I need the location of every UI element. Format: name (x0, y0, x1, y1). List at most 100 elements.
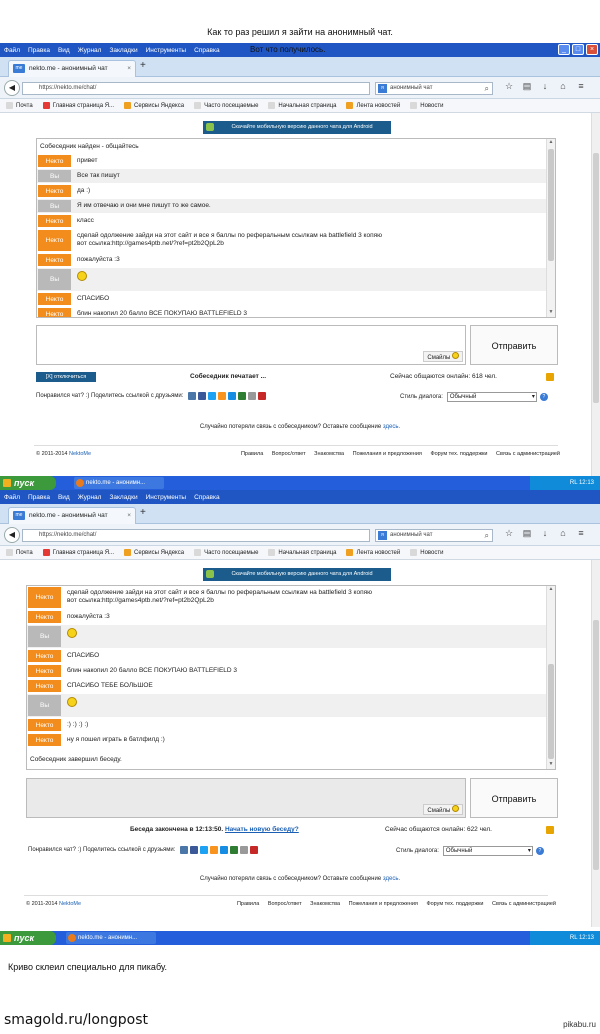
taskbar-item-firefox[interactable]: nekto.me - анонимн... (66, 932, 156, 944)
tab-close-icon[interactable]: × (127, 508, 131, 523)
chat-log[interactable]: Собеседник найден - общайтесь Некто приве… (36, 138, 556, 318)
tab-nekto[interactable]: me nekto.me - анонимный чат × (8, 507, 136, 524)
bookmark-start-page[interactable]: Начальная страница (268, 102, 336, 109)
bookmark-mail[interactable]: Почта (6, 102, 33, 109)
google-icon[interactable] (258, 392, 267, 400)
smileys-button[interactable]: Смайлы (423, 804, 463, 815)
footer-link-suggestions[interactable]: Пожелания и предложения (353, 451, 422, 457)
link-icon[interactable] (248, 392, 257, 400)
footer-link-rules[interactable]: Правила (237, 901, 259, 907)
footer-link-dating[interactable]: Знакомства (310, 901, 340, 907)
menu-history[interactable]: Журнал (78, 494, 102, 501)
leave-message-link[interactable]: здесь. (383, 424, 400, 430)
menu-view[interactable]: Вид (58, 47, 70, 54)
vk-icon[interactable] (188, 392, 197, 400)
odnoklassniki-icon[interactable] (210, 846, 219, 854)
menu-icon[interactable]: ≡ (572, 81, 590, 92)
vk-icon[interactable] (180, 846, 189, 854)
message-input[interactable]: Смайлы (26, 778, 466, 818)
menu-bookmarks[interactable]: Закладки (109, 494, 137, 501)
android-banner[interactable]: Скачайте мобильную версию данного чата д… (203, 568, 391, 581)
home-icon[interactable]: ⌂ (554, 528, 572, 539)
footer-link-suggestions[interactable]: Пожелания и предложения (349, 901, 418, 907)
address-bar[interactable]: https://nekto.me/chat/ (22, 529, 370, 542)
menu-tools[interactable]: Инструменты (146, 494, 187, 501)
livejournal-icon[interactable] (230, 846, 239, 854)
bookmark-news-feed[interactable]: Лента новостей (346, 549, 400, 556)
mailru-icon[interactable] (220, 846, 229, 854)
bookmark-yandex-home[interactable]: Главная страница Я... (42, 549, 114, 556)
menu-file[interactable]: Файл (4, 47, 20, 54)
bookmark-yandex-home[interactable]: Главная страница Я... (42, 102, 114, 109)
chat-log[interactable]: Некто сделай одолжение зайди на этот сайт… (26, 585, 556, 770)
page-scroll-thumb[interactable] (593, 153, 599, 403)
scroll-up-icon[interactable]: ▲ (547, 586, 555, 594)
bookmark-news-feed[interactable]: Лента новостей (346, 102, 400, 109)
footer-link-faq[interactable]: Вопрос/ответ (272, 451, 306, 457)
link-icon[interactable] (240, 846, 249, 854)
taskbar-item-firefox[interactable]: nekto.me - анонимн... (74, 477, 164, 489)
tab-nekto[interactable]: me nekto.me - анонимный чат × (8, 60, 136, 77)
scroll-up-icon[interactable]: ▲ (547, 139, 555, 147)
bookmarks-list-icon[interactable]: ▤ (518, 528, 536, 539)
chat-scrollbar[interactable]: ▲ ▼ (546, 586, 555, 769)
android-banner[interactable]: Скачайте мобильную версию данного чата д… (203, 121, 391, 134)
bookmark-most-visited[interactable]: Часто посещаемые (194, 102, 258, 109)
scroll-down-icon[interactable]: ▼ (547, 309, 555, 317)
search-icon[interactable]: ⌕ (485, 530, 489, 541)
facebook-icon[interactable] (190, 846, 199, 854)
menu-file[interactable]: Файл (4, 494, 20, 501)
menu-icon[interactable]: ≡ (572, 528, 590, 539)
bookmark-yandex-services[interactable]: Сервисы Яндекса (124, 102, 184, 109)
page-scroll-thumb[interactable] (593, 620, 599, 870)
help-icon[interactable]: ? (535, 847, 544, 855)
maximize-icon[interactable]: □ (572, 44, 584, 55)
bookmark-news[interactable]: Новости (410, 549, 443, 556)
bookmark-mail[interactable]: Почта (6, 549, 33, 556)
google-icon[interactable] (250, 846, 259, 854)
message-input[interactable]: Смайлы (36, 325, 466, 365)
footer-link-contact[interactable]: Связь с администрацией (492, 901, 556, 907)
search-box[interactable]: я анонимный чат ⌕ (375, 82, 493, 95)
menu-history[interactable]: Журнал (78, 47, 102, 54)
star-icon[interactable]: ☆ (500, 528, 518, 539)
page-scrollbar[interactable] (591, 113, 600, 476)
footer-link-contact[interactable]: Связь с администрацией (496, 451, 560, 457)
new-chat-link[interactable]: Начать новую беседу? (225, 826, 299, 833)
leave-message-link[interactable]: здесь. (383, 876, 400, 882)
send-button[interactable]: Отправить (470, 778, 558, 818)
start-button[interactable]: пуск (0, 476, 56, 490)
twitter-icon[interactable] (208, 392, 217, 400)
search-icon[interactable]: ⌕ (485, 83, 489, 94)
footer-link-forum[interactable]: Форум тех. поддержки (426, 901, 483, 907)
dialog-style-select[interactable]: Обычный (446, 392, 537, 402)
brand-link[interactable]: NektoMe (59, 901, 81, 907)
page-scrollbar[interactable] (591, 560, 600, 927)
menu-tools[interactable]: Инструменты (146, 47, 187, 54)
scroll-thumb[interactable] (548, 664, 554, 759)
start-button[interactable]: пуск (0, 931, 56, 945)
send-button[interactable]: Отправить (470, 325, 558, 365)
chat-scrollbar[interactable]: ▲ ▼ (546, 139, 555, 317)
home-icon[interactable]: ⌂ (554, 81, 572, 92)
footer-link-forum[interactable]: Форум тех. поддержки (430, 451, 487, 457)
odnoklassniki-icon[interactable] (218, 392, 227, 400)
footer-link-dating[interactable]: Знакомства (314, 451, 344, 457)
minimize-icon[interactable]: _ (558, 44, 570, 55)
search-input[interactable]: анонимный чат (390, 532, 433, 538)
menu-edit[interactable]: Правка (28, 494, 50, 501)
menu-bookmarks[interactable]: Закладки (109, 47, 137, 54)
download-icon[interactable]: ↓ (536, 81, 554, 92)
livejournal-icon[interactable] (238, 392, 247, 400)
download-icon[interactable]: ↓ (536, 528, 554, 539)
mailru-icon[interactable] (228, 392, 237, 400)
search-box[interactable]: я анонимный чат ⌕ (375, 529, 493, 542)
sound-icon[interactable] (546, 373, 554, 381)
address-bar[interactable]: https://nekto.me/chat/ (22, 82, 370, 95)
new-tab-button[interactable]: + (140, 60, 146, 71)
close-window-icon[interactable]: × (586, 44, 598, 55)
tab-close-icon[interactable]: × (127, 61, 131, 76)
twitter-icon[interactable] (200, 846, 209, 854)
bookmark-news[interactable]: Новости (410, 102, 443, 109)
back-arrow-icon[interactable]: ◀ (4, 527, 20, 543)
